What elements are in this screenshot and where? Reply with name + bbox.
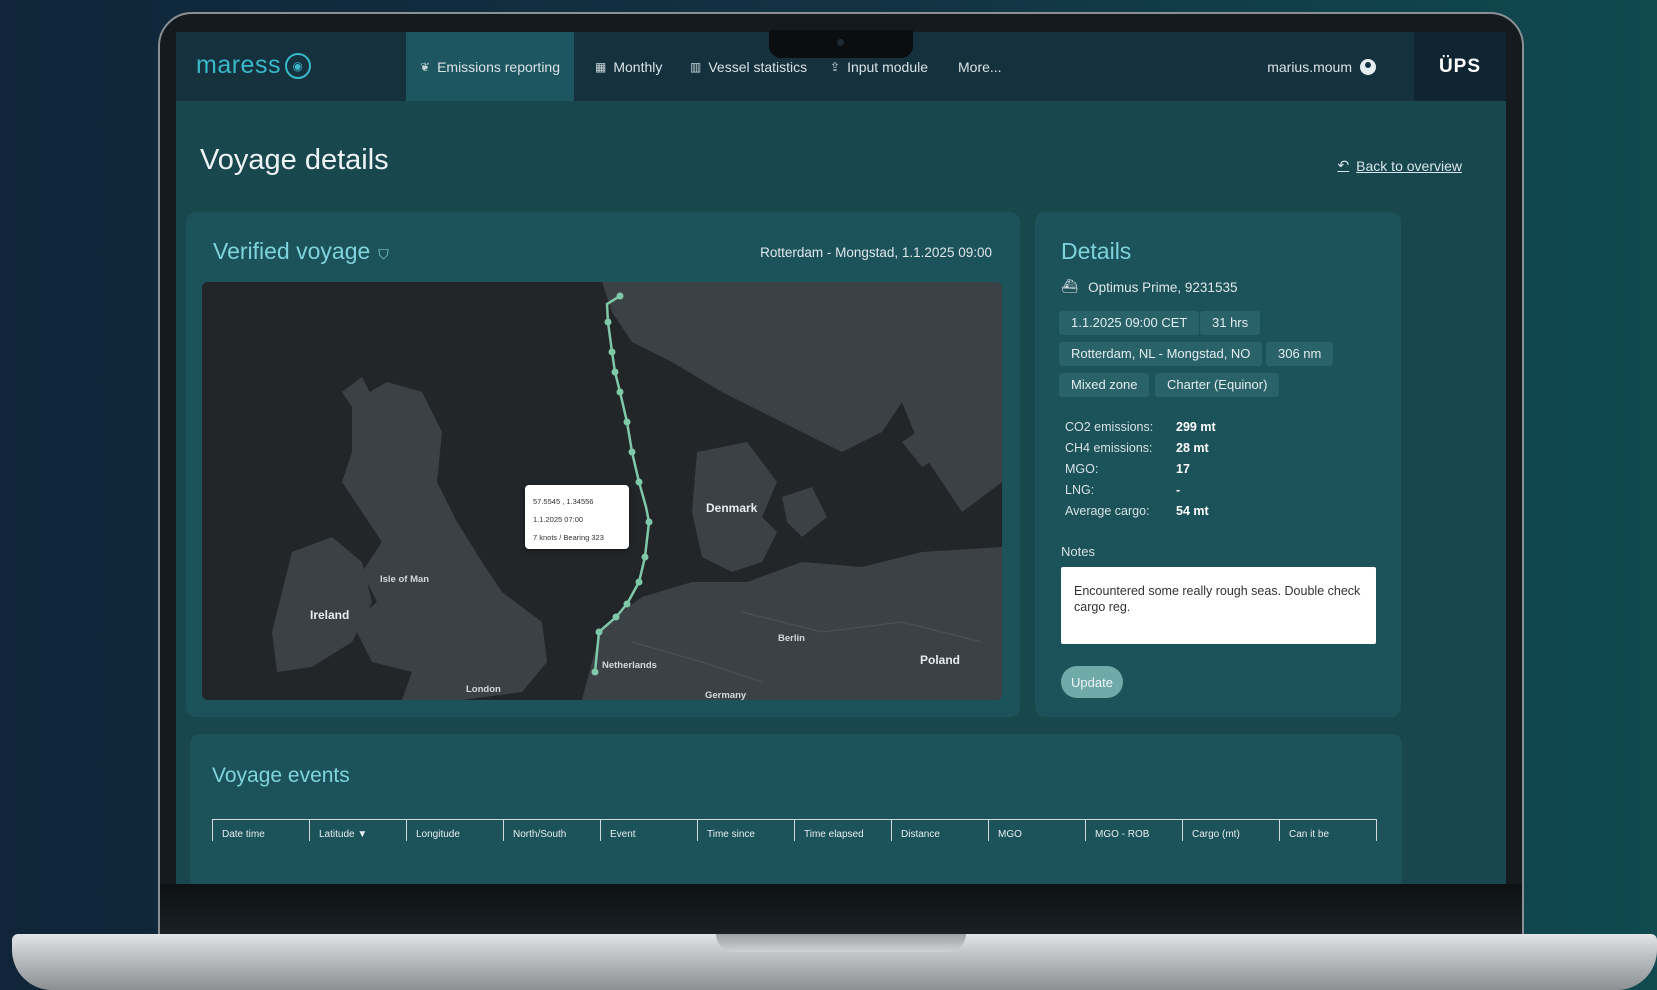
stat-row: MGO: 17: [1065, 458, 1216, 479]
logo-text: maress: [196, 51, 281, 79]
tooltip-coords: 57.5545 , 1.34556: [533, 497, 594, 506]
chip-duration: 31 hrs: [1200, 311, 1261, 335]
column-header-north-south[interactable]: North/South: [504, 820, 601, 841]
column-header-mgo-rob[interactable]: MGO - ROB: [1086, 820, 1183, 841]
details-card: Details ⛴ Optimus Prime, 9231535 1.1.202…: [1035, 212, 1401, 717]
stat-value: -: [1176, 482, 1181, 497]
nav-monthly[interactable]: ▦ Monthly: [581, 32, 676, 101]
stat-label: CO2 emissions:: [1065, 419, 1154, 434]
bar-chart-icon: ▥: [690, 59, 702, 74]
maress-logo[interactable]: maress ◉: [196, 51, 311, 80]
voyage-events-title: Voyage events: [212, 764, 350, 787]
column-header-can-it-be[interactable]: Can it be: [1280, 820, 1376, 841]
column-header-longitude[interactable]: Longitude: [407, 820, 504, 841]
notes-label: Notes: [1061, 544, 1095, 559]
ship-name: Optimus Prime, 9231535: [1088, 279, 1238, 295]
shield-check-icon: ⛉: [378, 246, 389, 262]
details-title: Details: [1061, 238, 1132, 264]
nav-label: Emissions reporting: [437, 58, 560, 75]
ship-info: ⛴ Optimus Prime, 9231535: [1061, 279, 1237, 295]
column-header-time-elapsed[interactable]: Time elapsed: [795, 820, 892, 841]
map-label-germany: Germany: [705, 690, 747, 700]
stat-label: MGO:: [1065, 461, 1099, 476]
nav-more[interactable]: More...: [944, 32, 1016, 101]
username: marius.moum: [1267, 58, 1352, 75]
nav-label: Input module: [847, 58, 929, 75]
map-label-london: London: [466, 684, 501, 695]
column-header-distance[interactable]: Distance: [892, 820, 989, 841]
stat-value: 299 mt: [1176, 419, 1216, 434]
chip-route: Rotterdam, NL - Mongstad, NO: [1059, 342, 1263, 366]
chip-datetime: 1.1.2025 09:00 CET: [1059, 311, 1200, 335]
column-header-event[interactable]: Event: [601, 820, 698, 841]
calendar-icon: ▦: [595, 59, 607, 74]
nav-label: Monthly: [613, 58, 663, 75]
leaf-icon: ❦: [420, 59, 431, 74]
position-tooltip: 57.5545 , 1.34556 1.1.2025 07:00 7 knots…: [525, 485, 629, 549]
stat-row: CH4 emissions: 28 mt: [1065, 437, 1216, 458]
stat-value: 17: [1176, 461, 1190, 476]
verified-voyage-title: Verified voyage ⛉: [213, 238, 389, 265]
column-header-latitude[interactable]: Latitude ▼: [310, 820, 407, 841]
stat-label: LNG:: [1065, 482, 1095, 497]
camera-notch: [769, 30, 913, 58]
map-label-denmark: Denmark: [706, 501, 758, 515]
map-label-netherlands: Netherlands: [602, 660, 657, 671]
stat-row: CO2 emissions: 299 mt: [1065, 416, 1216, 437]
chip-charter: Charter (Equinor): [1155, 373, 1280, 397]
upload-icon: ⇪: [830, 59, 841, 74]
column-header-time-since[interactable]: Time since: [698, 820, 795, 841]
column-header-mgo[interactable]: MGO: [989, 820, 1086, 841]
column-header-date-time[interactable]: Date time: [213, 820, 310, 841]
nav-label: Vessel statistics: [708, 58, 808, 75]
map-label-ireland: Ireland: [310, 608, 350, 622]
voyage-map[interactable]: Denmark Ireland Isle of Man Netherlands …: [202, 282, 1002, 700]
column-header-cargo[interactable]: Cargo (mt): [1183, 820, 1280, 841]
tooltip-speed: 7 knots / Bearing 323: [533, 533, 604, 542]
stat-label: CH4 emissions:: [1065, 440, 1153, 455]
logo-mark-icon: ◉: [284, 52, 311, 79]
route-label: Rotterdam - Mongstad, 1.1.2025 09:00: [760, 245, 992, 260]
brand-text: ÜPS: [1438, 55, 1482, 77]
back-to-overview-link[interactable]: ↶ Back to overview: [1337, 157, 1462, 174]
ups-brand-logo: ÜPS: [1414, 32, 1506, 101]
map-label-isle-of-man: Isle of Man: [380, 574, 430, 585]
map-label-berlin: Berlin: [778, 633, 805, 644]
update-button[interactable]: Update: [1061, 666, 1123, 698]
tooltip-time: 1.1.2025 07:00: [533, 515, 584, 524]
voyage-events-card: Voyage events Date time Latitude ▼ Longi…: [190, 734, 1402, 884]
screen: maress ◉ ❦ Emissions reporting ▦ Monthly…: [176, 32, 1506, 884]
laptop-bezel-bottom: [160, 884, 1522, 934]
chip-distance: 306 nm: [1266, 342, 1334, 366]
laptop-base-groove: [716, 934, 966, 952]
verified-voyage-card: Verified voyage ⛉ Rotterdam - Mongstad, 1…: [186, 212, 1020, 717]
page-title: Voyage details: [200, 144, 389, 176]
verified-voyage-title-text: Verified voyage: [213, 238, 371, 264]
notes-textarea[interactable]: Encountered some really rough seas. Doub…: [1061, 567, 1376, 644]
stat-row: Average cargo: 54 mt: [1065, 500, 1216, 521]
reply-arrow-icon: ↶: [1337, 157, 1350, 173]
nav-emissions-reporting[interactable]: ❦ Emissions reporting: [406, 32, 574, 101]
emissions-stats: CO2 emissions: 299 mt CH4 emissions: 28 …: [1065, 416, 1216, 521]
nav-label: More...: [958, 58, 1002, 75]
stat-row: LNG: -: [1065, 479, 1216, 500]
user-avatar-icon: [1360, 58, 1376, 75]
user-menu[interactable]: marius.moum: [1267, 32, 1376, 101]
ship-icon: ⛴: [1061, 279, 1079, 294]
chip-zone: Mixed zone: [1059, 373, 1150, 397]
map-label-poland: Poland: [920, 653, 961, 667]
events-table-header: Date time Latitude ▼ Longitude North/Sou…: [212, 819, 1377, 841]
stat-value: 54 mt: [1176, 503, 1209, 518]
back-link-label: Back to overview: [1356, 157, 1462, 174]
stat-label: Average cargo:: [1065, 503, 1150, 518]
stat-value: 28 mt: [1176, 440, 1209, 455]
